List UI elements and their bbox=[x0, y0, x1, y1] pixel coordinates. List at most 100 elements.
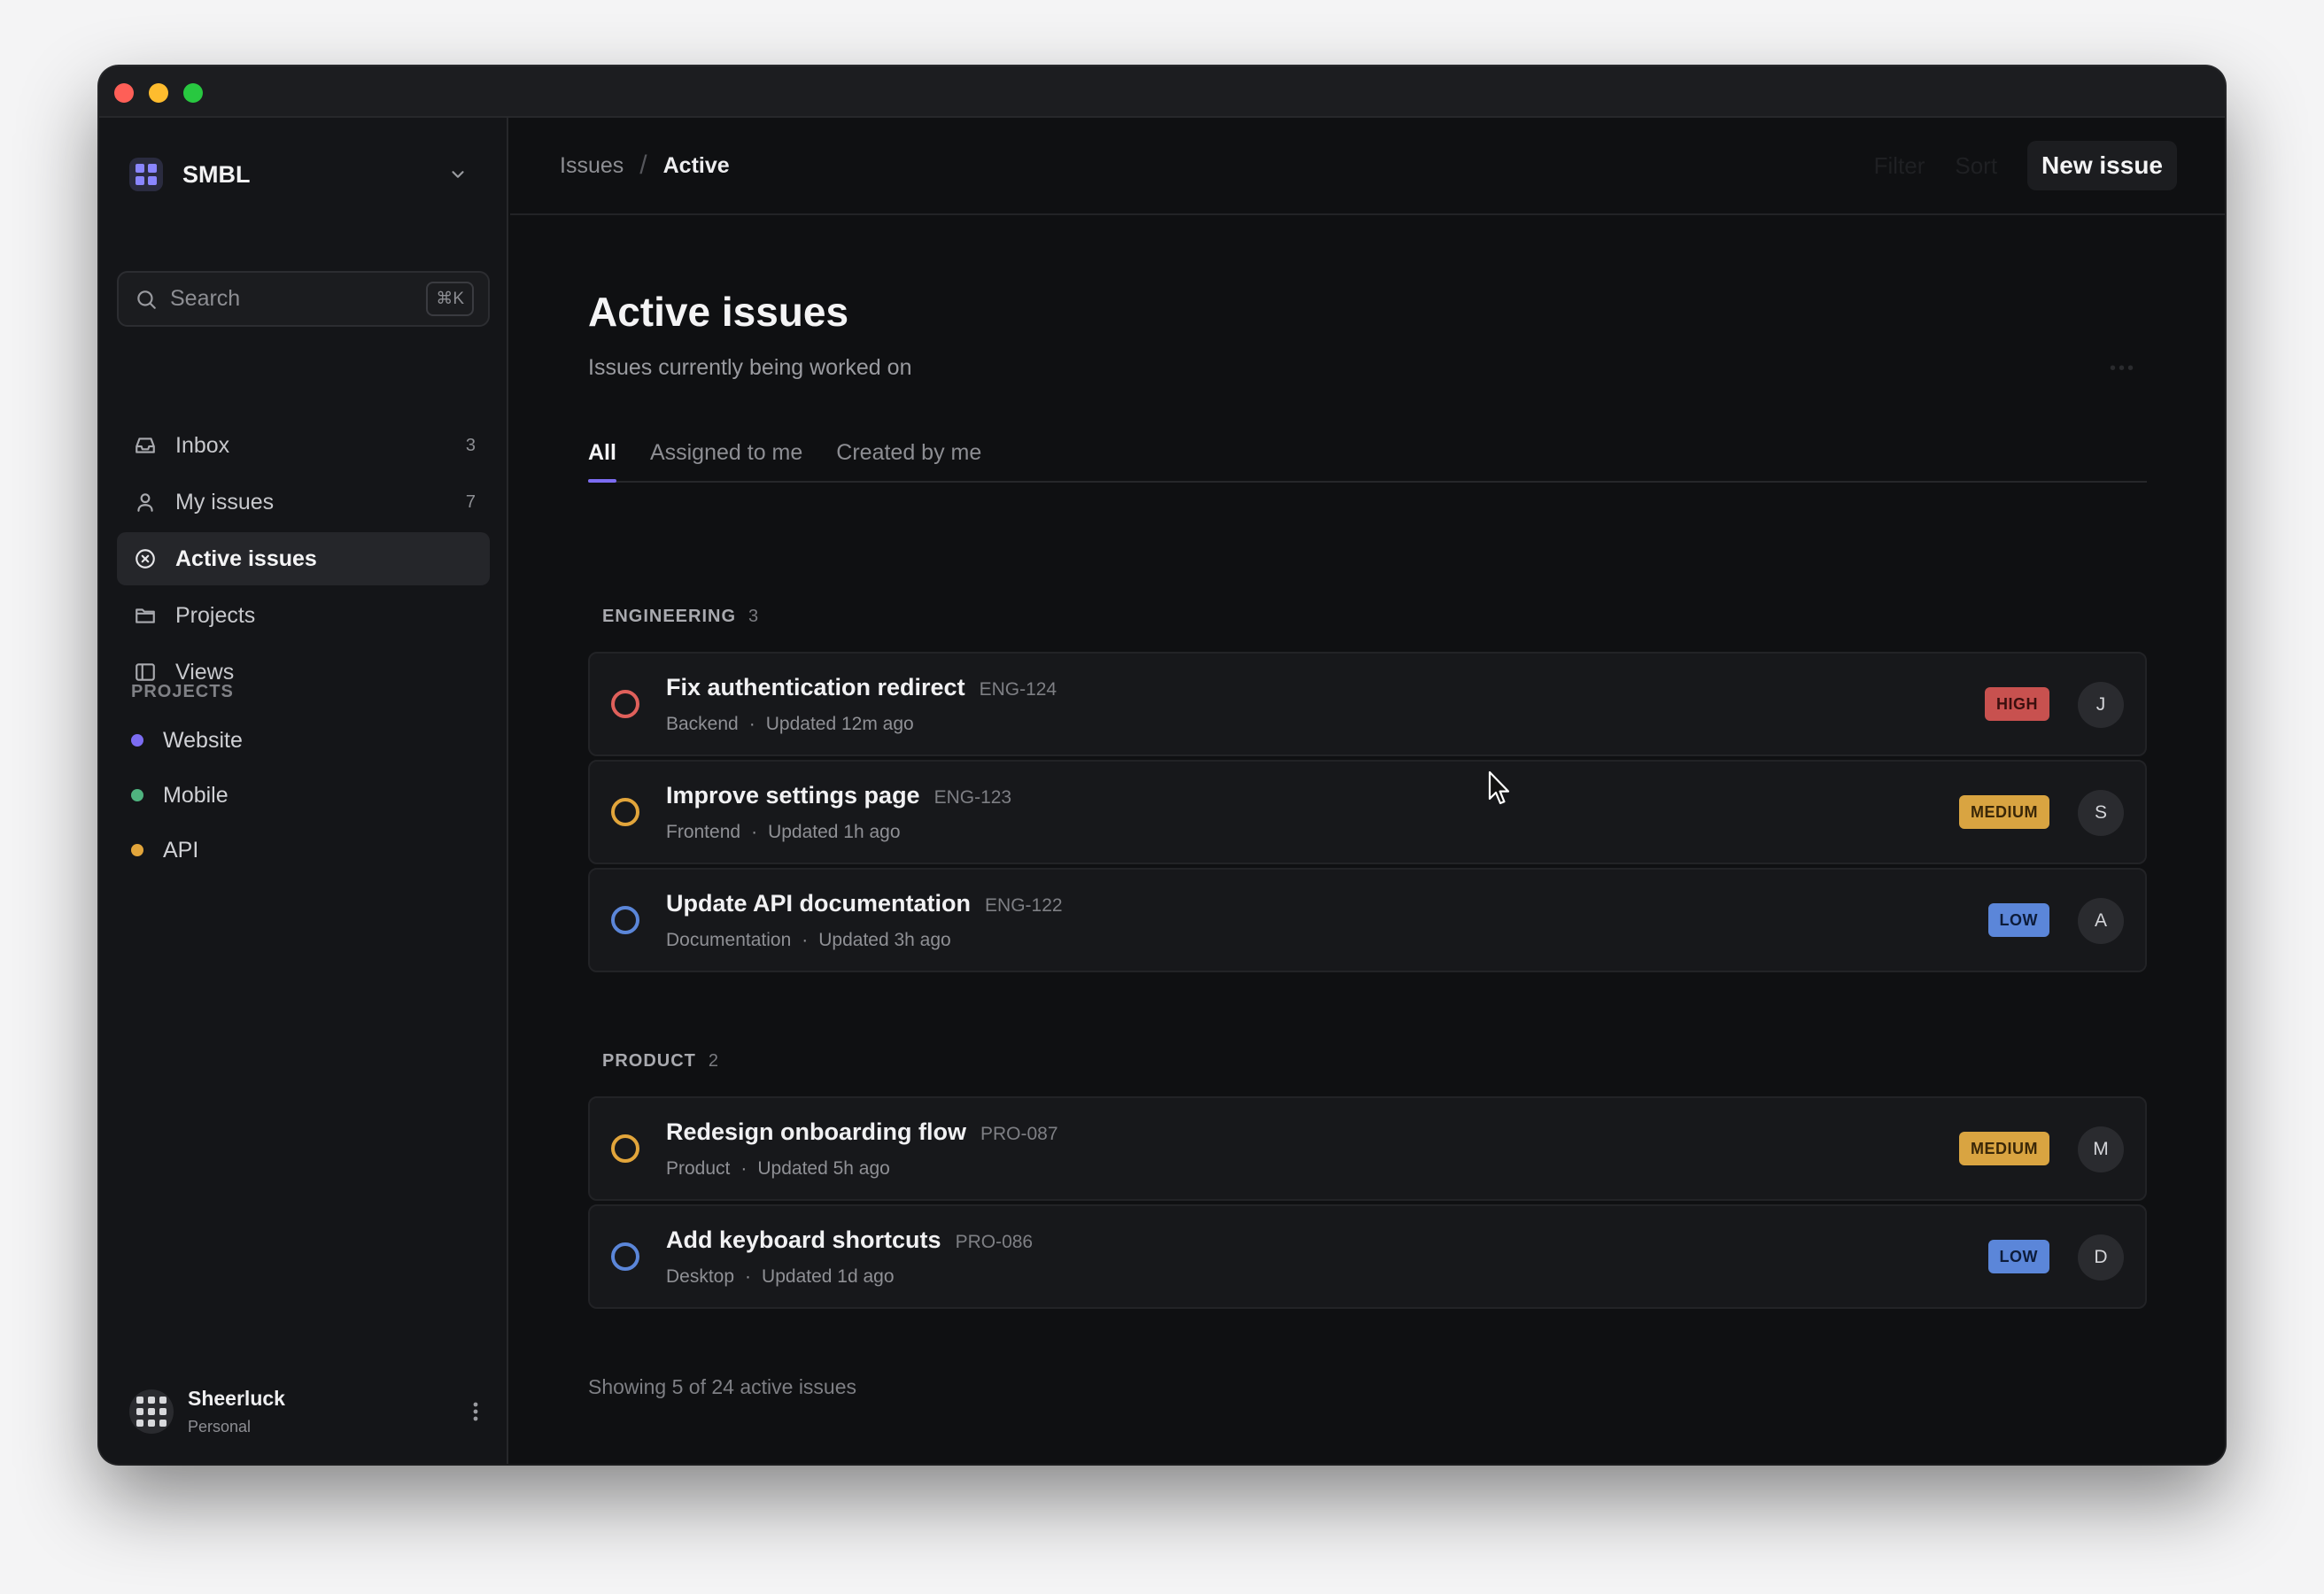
issue-id: ENG-124 bbox=[979, 678, 1057, 700]
user-name: Sheerluck bbox=[188, 1387, 285, 1410]
project-item-api[interactable]: API bbox=[131, 823, 243, 878]
issue-area: Documentation bbox=[666, 929, 792, 950]
project-label: Website bbox=[163, 727, 243, 753]
issue-id: PRO-086 bbox=[955, 1231, 1034, 1252]
sidebar-nav: Inbox 3 My issues 7 Active issues Projec… bbox=[117, 419, 490, 702]
folder-icon bbox=[133, 603, 158, 628]
app-window: SMBL Search ⌘K Inbox 3 My issues 7 Activ… bbox=[99, 66, 2225, 1464]
assignee-avatar[interactable]: D bbox=[2078, 1234, 2124, 1281]
workspace-logo-icon bbox=[129, 158, 163, 191]
chevron-down-icon bbox=[452, 171, 464, 178]
issue-id: ENG-123 bbox=[933, 786, 1012, 808]
sort-button[interactable]: Sort bbox=[1955, 152, 1997, 180]
issue-row[interactable]: Improve settings page ENG-123 Frontend ·… bbox=[588, 760, 2147, 864]
sidebar-item-my-issues[interactable]: My issues 7 bbox=[117, 476, 490, 529]
status-circle-icon[interactable] bbox=[611, 1242, 639, 1271]
issue-area: Desktop bbox=[666, 1265, 735, 1287]
group-header-engineering: ENGINEERING 3 bbox=[602, 607, 758, 627]
issue-id: ENG-122 bbox=[985, 894, 1063, 916]
meta-separator: · bbox=[740, 1157, 748, 1179]
sidebar-item-inbox[interactable]: Inbox 3 bbox=[117, 419, 490, 472]
search-placeholder: Search bbox=[170, 286, 241, 311]
sidebar-item-label: Inbox bbox=[175, 432, 230, 458]
projects-list: Website Mobile API bbox=[131, 713, 243, 878]
priority-badge: LOW bbox=[1987, 903, 2049, 937]
issue-updated: Updated 1h ago bbox=[768, 821, 901, 842]
user-icon bbox=[133, 490, 158, 515]
issue-updated: Updated 1d ago bbox=[762, 1265, 895, 1287]
issue-row[interactable]: Update API documentation ENG-122 Documen… bbox=[588, 868, 2147, 972]
issue-area: Frontend bbox=[666, 821, 741, 842]
tab-all[interactable]: All bbox=[588, 429, 616, 483]
assignee-avatar[interactable]: M bbox=[2078, 1126, 2124, 1172]
issue-list-engineering: Fix authentication redirect ENG-124 Back… bbox=[588, 652, 2147, 976]
status-circle-icon[interactable] bbox=[611, 906, 639, 934]
workspace-name: SMBL bbox=[182, 160, 251, 188]
new-issue-button[interactable]: New issue bbox=[2027, 141, 2177, 190]
issue-title: Add keyboard shortcuts bbox=[666, 1226, 941, 1253]
sidebar-item-projects[interactable]: Projects bbox=[117, 589, 490, 642]
status-circle-icon[interactable] bbox=[611, 798, 639, 826]
inbox-count: 3 bbox=[465, 435, 476, 455]
issue-row[interactable]: Fix authentication redirect ENG-124 Back… bbox=[588, 652, 2147, 756]
assignee-avatar[interactable]: A bbox=[2078, 898, 2124, 944]
sidebar-item-active-issues[interactable]: Active issues bbox=[117, 532, 490, 585]
issue-tabs: All Assigned to me Created by me bbox=[588, 429, 2147, 483]
status-circle-icon[interactable] bbox=[611, 1134, 639, 1163]
priority-badge: LOW bbox=[1987, 1240, 2049, 1273]
group-count: 2 bbox=[708, 1051, 719, 1071]
search-shortcut-badge: ⌘K bbox=[426, 282, 474, 316]
project-item-website[interactable]: Website bbox=[131, 713, 243, 768]
sidebar-item-label: Projects bbox=[175, 602, 256, 628]
tab-assigned-to-me[interactable]: Assigned to me bbox=[650, 429, 802, 481]
inbox-icon bbox=[133, 433, 158, 458]
maximize-window-button[interactable] bbox=[183, 83, 203, 103]
issue-area: Backend bbox=[666, 713, 739, 734]
top-bar: Issues / Active Filter Sort New issue bbox=[510, 118, 2225, 215]
issue-updated: Updated 12m ago bbox=[765, 713, 914, 734]
project-color-dot bbox=[131, 734, 143, 747]
user-plan: Personal bbox=[188, 1418, 252, 1435]
more-options-icon[interactable]: ••• bbox=[2110, 359, 2136, 379]
breadcrumb-current: Active bbox=[662, 152, 730, 178]
main-content: Issues / Active Filter Sort New issue Ac… bbox=[510, 118, 2225, 1464]
my-issues-count: 7 bbox=[465, 491, 476, 512]
issue-row[interactable]: Redesign onboarding flow PRO-087 Product… bbox=[588, 1096, 2147, 1201]
meta-separator: · bbox=[802, 929, 809, 950]
user-profile[interactable]: Sheerluck Personal bbox=[129, 1382, 487, 1441]
priority-badge: MEDIUM bbox=[1959, 1132, 2049, 1165]
priority-badge: HIGH bbox=[1985, 687, 2049, 721]
issue-row[interactable]: Add keyboard shortcuts PRO-086 Desktop ·… bbox=[588, 1204, 2147, 1309]
issue-id: PRO-087 bbox=[980, 1123, 1058, 1144]
tab-created-by-me[interactable]: Created by me bbox=[836, 429, 981, 481]
sidebar-item-label: Active issues bbox=[175, 546, 317, 571]
panel-icon bbox=[133, 660, 158, 685]
status-circle-icon[interactable] bbox=[611, 690, 639, 718]
workspace-switcher[interactable]: SMBL bbox=[129, 155, 478, 194]
more-vertical-icon[interactable] bbox=[471, 1400, 480, 1423]
issue-title: Fix authentication redirect bbox=[666, 673, 965, 700]
page-subtitle: Issues currently being worked on bbox=[588, 355, 912, 380]
mouse-cursor-icon bbox=[1488, 770, 1510, 805]
search-input[interactable]: Search ⌘K bbox=[117, 271, 490, 327]
minimize-window-button[interactable] bbox=[149, 83, 168, 103]
close-window-button[interactable] bbox=[114, 83, 134, 103]
meta-separator: · bbox=[751, 821, 758, 842]
breadcrumb: Issues / Active bbox=[560, 151, 730, 181]
issue-area: Product bbox=[666, 1157, 731, 1179]
group-name: PRODUCT bbox=[602, 1051, 696, 1071]
assignee-avatar[interactable]: J bbox=[2078, 682, 2124, 728]
group-count: 3 bbox=[748, 607, 759, 626]
window-titlebar bbox=[99, 66, 2225, 118]
group-header-product: PRODUCT 2 bbox=[602, 1051, 718, 1072]
circle-x-icon bbox=[133, 546, 158, 571]
filter-button[interactable]: Filter bbox=[1874, 152, 1925, 180]
issue-updated: Updated 3h ago bbox=[818, 929, 951, 950]
issue-title: Improve settings page bbox=[666, 781, 920, 809]
breadcrumb-parent[interactable]: Issues bbox=[560, 153, 624, 179]
project-item-mobile[interactable]: Mobile bbox=[131, 768, 243, 823]
priority-badge: MEDIUM bbox=[1959, 795, 2049, 829]
assignee-avatar[interactable]: S bbox=[2078, 790, 2124, 836]
project-label: Mobile bbox=[163, 782, 229, 808]
breadcrumb-separator: / bbox=[639, 151, 647, 180]
